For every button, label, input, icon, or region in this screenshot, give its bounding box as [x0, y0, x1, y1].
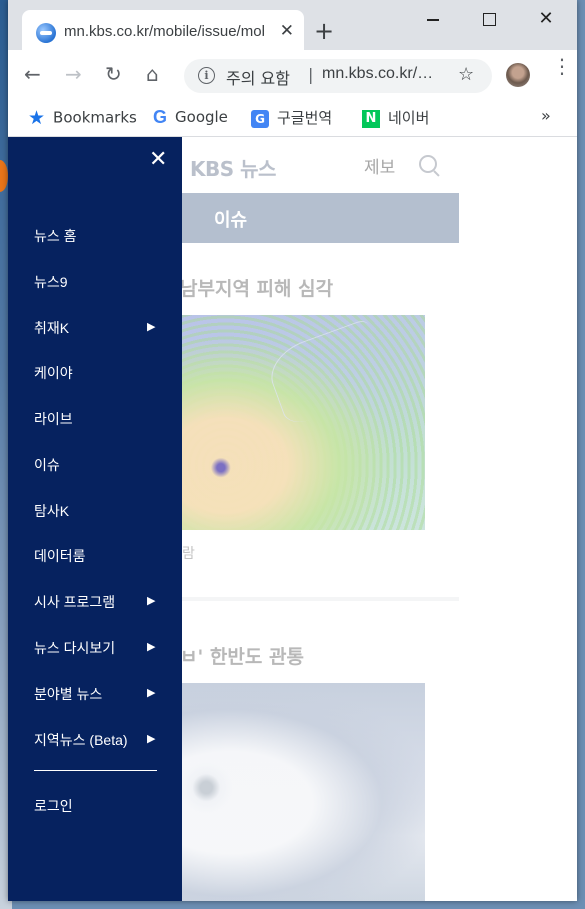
bookmarks-bar: ★ Bookmarks G Google G 구글번역 N 네이버 » [8, 98, 577, 137]
bookmark-item-bookmarks[interactable]: ★ Bookmarks [28, 107, 137, 129]
minimize-icon [427, 19, 439, 21]
bookmark-item-naver[interactable]: N 네이버 [362, 107, 429, 128]
star-icon: ★ [28, 107, 46, 129]
kbs-favicon-icon [36, 23, 56, 43]
web-page: KBS 뉴스 제보 이슈 남부지역 피해 심각 람 ㅂ' 한반도 관통 ✕ 뉴스… [8, 137, 577, 901]
menu-item-data-room[interactable]: 데이터룸 [34, 546, 86, 566]
side-menu-drawer: ✕ 뉴스 홈 뉴스9 취재K ▶ 케이야 라이브 이슈 탐사K 데이터룸 시사 … [8, 137, 182, 901]
report-link[interactable]: 제보 [364, 153, 395, 178]
menu-item-regional-news[interactable]: 지역뉴스 (Beta) [34, 730, 128, 750]
bookmark-label: 구글번역 [277, 109, 333, 127]
browser-toolbar: ← → ↻ ⌂ i 주의 요함 | mn.kbs.co.kr/… ☆ ⋮ [8, 50, 577, 98]
bookmark-label: Bookmarks [53, 108, 137, 127]
search-icon[interactable] [419, 155, 437, 173]
google-icon: G [153, 107, 168, 127]
menu-item-reporting-k[interactable]: 취재K [34, 318, 69, 338]
security-warning: 주의 요함 [226, 69, 290, 88]
menu-item-news-home[interactable]: 뉴스 홈 [34, 226, 77, 246]
article-divider [182, 597, 459, 601]
article-headline[interactable]: 남부지역 피해 심각 [180, 274, 333, 301]
naver-icon: N [362, 109, 380, 128]
profile-avatar[interactable] [506, 63, 530, 87]
menu-item-investigative-k[interactable]: 탐사K [34, 501, 69, 521]
site-header: KBS 뉴스 제보 [182, 137, 459, 192]
minimize-button[interactable] [410, 4, 456, 34]
menu-divider [34, 770, 157, 771]
menu-item-live[interactable]: 라이브 [34, 409, 73, 429]
menu-item-current-affairs[interactable]: 시사 프로그램 [34, 592, 115, 612]
menu-item-keiya[interactable]: 케이야 [34, 363, 73, 383]
google-translate-icon: G [251, 109, 269, 128]
menu-item-news9[interactable]: 뉴스9 [34, 272, 68, 292]
forward-arrow-icon[interactable]: → [65, 63, 82, 85]
close-tab-icon[interactable]: ✕ [280, 21, 294, 41]
close-window-button[interactable]: ✕ [523, 4, 569, 34]
url-text[interactable]: mn.kbs.co.kr/… [322, 65, 452, 83]
home-icon[interactable]: ⌂ [146, 63, 159, 85]
bookmark-item-google[interactable]: G Google [153, 107, 228, 128]
menu-item-issue[interactable]: 이슈 [34, 455, 60, 475]
chevron-right-icon[interactable]: ▶ [147, 686, 155, 699]
new-tab-button[interactable]: + [314, 19, 334, 43]
article-caption: 람 [182, 546, 195, 562]
info-icon[interactable]: i [198, 67, 215, 84]
back-arrow-icon[interactable]: ← [24, 63, 41, 85]
coastline-shape [262, 318, 393, 428]
satellite-image[interactable] [182, 683, 425, 901]
bookmark-label: Google [175, 108, 228, 126]
close-icon[interactable]: ✕ [149, 149, 167, 171]
chevron-right-icon[interactable]: ▶ [147, 640, 155, 653]
menu-item-news-by-category[interactable]: 분야별 뉴스 [34, 684, 102, 704]
chevron-right-icon[interactable]: ▶ [147, 732, 155, 745]
bookmark-star-icon[interactable]: ☆ [458, 64, 474, 85]
chevron-right-icon[interactable]: ▶ [147, 320, 155, 333]
address-separator: | [308, 65, 314, 84]
typhoon-map-image[interactable] [182, 315, 425, 530]
tab-title: mn.kbs.co.kr/mobile/issue/mobile_issue.h… [64, 23, 264, 40]
reload-icon[interactable]: ↻ [105, 63, 122, 85]
address-bar[interactable]: i 주의 요함 | mn.kbs.co.kr/… ☆ [184, 59, 492, 93]
section-title: 이슈 [214, 210, 248, 231]
menu-item-news-replay[interactable]: 뉴스 다시보기 [34, 638, 115, 658]
bookmark-item-translate[interactable]: G 구글번역 [251, 107, 332, 128]
section-bar: 이슈 [182, 193, 459, 243]
login-link[interactable]: 로그인 [34, 796, 73, 816]
bookmarks-more-icon[interactable]: » [541, 106, 551, 125]
bookmark-label: 네이버 [388, 109, 430, 127]
browser-window: mn.kbs.co.kr/mobile/issue/mobile_issue.h… [8, 0, 577, 901]
kbs-news-logo[interactable]: KBS 뉴스 [190, 153, 276, 182]
article-headline[interactable]: ㅂ' 한반도 관통 [180, 642, 304, 669]
maximize-icon [483, 13, 496, 26]
chevron-right-icon[interactable]: ▶ [147, 594, 155, 607]
maximize-button[interactable] [466, 4, 512, 34]
more-menu-icon[interactable]: ⋮ [552, 56, 572, 76]
